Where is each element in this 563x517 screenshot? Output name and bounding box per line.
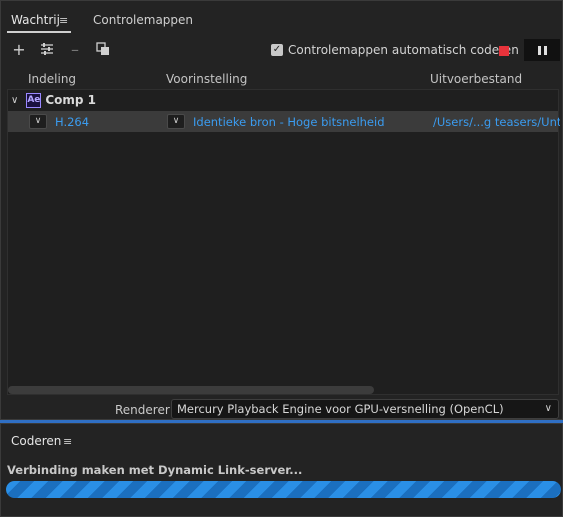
- duplicate-icon[interactable]: [93, 39, 113, 59]
- tab-queue[interactable]: Wachtrij: [11, 13, 60, 27]
- panel-tabs: Wachtrij ≡ Controlemappen: [1, 9, 562, 35]
- stop-icon[interactable]: [499, 46, 509, 56]
- progress-fill: [6, 481, 561, 498]
- plus-icon[interactable]: +: [9, 39, 29, 59]
- minus-icon[interactable]: –: [65, 39, 85, 59]
- column-output[interactable]: Uitvoerbestand: [430, 72, 522, 86]
- renderer-select[interactable]: Mercury Playback Engine voor GPU-versnel…: [171, 399, 559, 419]
- panel-menu-icon[interactable]: ≡: [63, 435, 72, 448]
- after-effects-icon: Ae: [26, 92, 42, 108]
- queue-toolbar: + – ✓ Controlemappen automatisch coderen: [1, 39, 562, 63]
- pause-icon-bar: [537, 45, 541, 55]
- column-preset[interactable]: Voorinstelling: [166, 72, 247, 86]
- encoding-panel: Coderen ≡ Verbinding maken met Dynamic L…: [0, 423, 563, 517]
- queue-group-row[interactable]: ∨ Ae Comp 1: [8, 90, 558, 110]
- queue-panel: Wachtrij ≡ Controlemappen + – ✓ Controle…: [0, 0, 563, 420]
- horizontal-scrollbar[interactable]: [8, 386, 374, 394]
- group-name: Comp 1: [45, 93, 96, 107]
- sliders-icon[interactable]: [37, 39, 57, 59]
- pause-icon-bar: [543, 45, 547, 55]
- chevron-down-icon[interactable]: ∨: [11, 95, 18, 106]
- pause-button[interactable]: [524, 39, 560, 61]
- chevron-down-icon: ∨: [544, 403, 552, 414]
- queue-list: ∨ Ae Comp 1 ∨ H.264 ∨ Identieke bron - H…: [7, 89, 560, 395]
- duplicate-icon-svg: [96, 42, 109, 55]
- tab-watch-folders[interactable]: Controlemappen: [93, 13, 193, 27]
- active-tab-indicator: [7, 31, 71, 33]
- checkbox-icon: ✓: [271, 44, 283, 56]
- preset-dropdown[interactable]: ∨: [167, 114, 185, 129]
- renderer-label: Renderer:: [115, 403, 174, 417]
- auto-encode-label: Controlemappen automatisch coderen: [288, 43, 519, 57]
- sliders-icon-svg: [41, 43, 53, 55]
- auto-encode-checkbox[interactable]: ✓ Controlemappen automatisch coderen: [271, 43, 519, 57]
- output-link[interactable]: /Users/...g teasers/Untitled: [433, 115, 560, 129]
- queue-item-row[interactable]: ∨ H.264 ∨ Identieke bron - Hoge bitsnelh…: [8, 111, 560, 132]
- renderer-value: Mercury Playback Engine voor GPU-versnel…: [177, 402, 504, 416]
- format-dropdown[interactable]: ∨: [29, 114, 47, 129]
- column-format[interactable]: Indeling: [28, 72, 76, 86]
- format-link[interactable]: H.264: [55, 115, 89, 129]
- progress-bar: [6, 481, 561, 498]
- preset-link[interactable]: Identieke bron - Hoge bitsnelheid: [193, 115, 385, 129]
- panel-menu-icon[interactable]: ≡: [59, 14, 68, 27]
- encoding-status: Verbinding maken met Dynamic Link-server…: [7, 463, 303, 477]
- tab-encoding[interactable]: Coderen: [11, 434, 61, 448]
